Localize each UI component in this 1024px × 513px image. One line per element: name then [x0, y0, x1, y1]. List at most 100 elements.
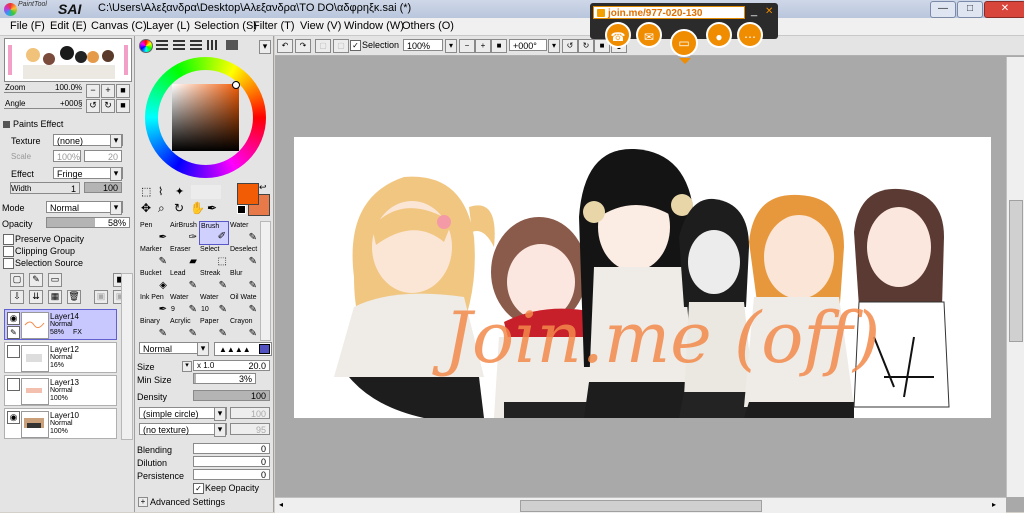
- eye-icon[interactable]: [7, 345, 20, 358]
- screen-share-icon[interactable]: ▭: [670, 29, 698, 57]
- menu-layer[interactable]: Layer (L): [146, 20, 190, 32]
- more-options-icon[interactable]: ⋯: [737, 22, 763, 48]
- layer-row[interactable]: Layer12 Normal 16%: [4, 342, 117, 373]
- chevron-down-icon[interactable]: ▾: [197, 342, 209, 356]
- min-size-slider[interactable]: 3%: [193, 373, 256, 384]
- tool-select[interactable]: Select ⬚: [199, 245, 229, 269]
- redo-icon[interactable]: ↷: [295, 39, 311, 53]
- scale-number[interactable]: 20: [84, 150, 122, 162]
- chevron-down-icon[interactable]: ▾: [214, 423, 226, 437]
- tool-blur[interactable]: Blur ✎: [229, 269, 259, 293]
- tool-water[interactable]: Water ✎: [229, 221, 259, 245]
- deselect-tb-icon[interactable]: ▢: [315, 39, 331, 53]
- layer-row[interactable]: ◉ Layer10 Normal 100%: [4, 408, 117, 439]
- rotate-left-button[interactable]: ↺: [86, 99, 100, 113]
- tool-pen[interactable]: Pen ✒: [139, 221, 169, 245]
- invert-selection-icon[interactable]: ▢: [333, 39, 349, 53]
- joinme-url[interactable]: join.me/977-020-130: [593, 6, 745, 19]
- reset-colors-icon[interactable]: [237, 205, 246, 214]
- tool-streak[interactable]: Streak ✎: [199, 269, 229, 293]
- canvas-zoom-reset-icon[interactable]: ■: [491, 39, 507, 53]
- navigator-thumbnail[interactable]: [4, 38, 132, 82]
- menu-edit[interactable]: Edit (E): [50, 20, 87, 32]
- tool-lead[interactable]: Lead ✎: [169, 269, 199, 293]
- menu-view[interactable]: View (V): [300, 20, 341, 32]
- angle-slider[interactable]: [4, 108, 82, 109]
- keep-opacity-checkbox[interactable]: ✓: [193, 483, 204, 494]
- brush-shape-selector[interactable]: ▲▲▲▲: [214, 342, 272, 356]
- hsv-slider-mode-icon[interactable]: [173, 40, 185, 50]
- zoom-out-button[interactable]: −: [86, 84, 100, 98]
- swatches-mode-icon[interactable]: [207, 40, 219, 50]
- new-linework-layer-icon[interactable]: ✎: [29, 273, 43, 287]
- width-value[interactable]: 1: [10, 182, 80, 194]
- maximize-button[interactable]: □: [957, 1, 983, 18]
- scratchpad-mode-icon[interactable]: [226, 40, 238, 50]
- density-slider[interactable]: 100: [193, 390, 270, 401]
- preserve-opacity-checkbox[interactable]: [3, 234, 14, 245]
- tool-eraser[interactable]: Eraser ▰: [169, 245, 199, 269]
- canvas-zoom-field[interactable]: 100%: [403, 39, 443, 51]
- chevron-down-icon[interactable]: ▾: [182, 361, 192, 372]
- expand-icon[interactable]: +: [138, 497, 148, 507]
- apply-mask-icon[interactable]: ▣: [94, 290, 108, 304]
- menu-filter[interactable]: Filter (T): [253, 20, 295, 32]
- minimize-button[interactable]: —: [930, 1, 956, 18]
- lasso-icon[interactable]: ⌇: [158, 185, 163, 198]
- chevron-down-icon[interactable]: ▾: [110, 134, 122, 148]
- tool-acrylic[interactable]: Acrylic ✎: [169, 317, 199, 341]
- magic-wand-icon[interactable]: ✦: [175, 185, 184, 198]
- collapse-icon[interactable]: [3, 121, 10, 128]
- selection-checkbox[interactable]: ✓: [350, 40, 361, 51]
- eye-icon[interactable]: ◉: [7, 312, 20, 325]
- participants-icon[interactable]: ●: [706, 22, 732, 48]
- canvas-zoom-in-icon[interactable]: +: [475, 39, 491, 53]
- chevron-down-icon[interactable]: ▾: [259, 40, 271, 54]
- color-mixer-mode-icon[interactable]: [190, 40, 202, 50]
- rgb-slider-mode-icon[interactable]: [156, 40, 168, 50]
- brush-texture-number[interactable]: 95: [230, 423, 270, 435]
- eye-icon[interactable]: ◉: [7, 411, 20, 424]
- tool-crayon[interactable]: Crayon ✎: [229, 317, 259, 341]
- eyedropper-icon[interactable]: ✒: [207, 201, 217, 215]
- delete-layer-icon[interactable]: 🗑: [67, 290, 81, 304]
- layer-row[interactable]: ◉ ✎ Layer14 Normal 58% FX: [4, 309, 117, 340]
- layers-scrollbar[interactable]: [121, 273, 133, 440]
- rotate-reset-button[interactable]: ■: [116, 99, 130, 113]
- chevron-down-icon[interactable]: ▾: [110, 167, 122, 181]
- horizontal-scroll-thumb[interactable]: [520, 500, 762, 512]
- chevron-down-icon[interactable]: ▾: [445, 39, 457, 53]
- new-layer-icon[interactable]: ▢: [10, 273, 24, 287]
- eye-icon[interactable]: [7, 378, 20, 391]
- menu-others[interactable]: Others (O): [402, 20, 454, 32]
- color-wheel-mode-icon[interactable]: [139, 39, 153, 53]
- tool-paper[interactable]: Paper ✎: [199, 317, 229, 341]
- tool-deselect[interactable]: Deselect ✎: [229, 245, 259, 269]
- width-slider[interactable]: 100: [84, 182, 122, 193]
- vertical-scroll-thumb[interactable]: [1009, 200, 1023, 342]
- scroll-right-icon[interactable]: ▸: [992, 500, 1002, 510]
- undo-icon[interactable]: ↶: [277, 39, 293, 53]
- advanced-settings-label[interactable]: Advanced Settings: [150, 497, 225, 507]
- rotate-right-button[interactable]: ↻: [101, 99, 115, 113]
- menu-file[interactable]: File (F): [10, 20, 45, 32]
- vertical-scrollbar[interactable]: [1006, 57, 1024, 497]
- chevron-down-icon[interactable]: ▾: [548, 39, 560, 53]
- clipping-group-checkbox[interactable]: [3, 246, 14, 257]
- new-folder-icon[interactable]: ▭: [48, 273, 62, 287]
- tool-marker[interactable]: Marker ✎: [139, 245, 169, 269]
- tool-airbrush[interactable]: AirBrush ✑: [169, 221, 199, 245]
- brush-shape-number[interactable]: 100: [230, 407, 270, 419]
- tool-brush[interactable]: Brush ✐: [199, 221, 229, 245]
- chevron-down-icon[interactable]: ▾: [110, 201, 122, 215]
- phone-icon[interactable]: ☎: [605, 22, 631, 48]
- canvas-zoom-out-icon[interactable]: −: [459, 39, 475, 53]
- canvas-angle-field[interactable]: +000°: [509, 39, 547, 51]
- menu-selection[interactable]: Selection (S): [194, 20, 257, 32]
- zoom-in-button[interactable]: +: [101, 84, 115, 98]
- close-button[interactable]: ✕: [984, 1, 1024, 18]
- menu-window[interactable]: Window (W): [344, 20, 404, 32]
- tool-bucket[interactable]: Bucket ◈: [139, 269, 169, 293]
- zoom-reset-button[interactable]: ■: [116, 84, 130, 98]
- saturation-value-square[interactable]: [172, 84, 239, 151]
